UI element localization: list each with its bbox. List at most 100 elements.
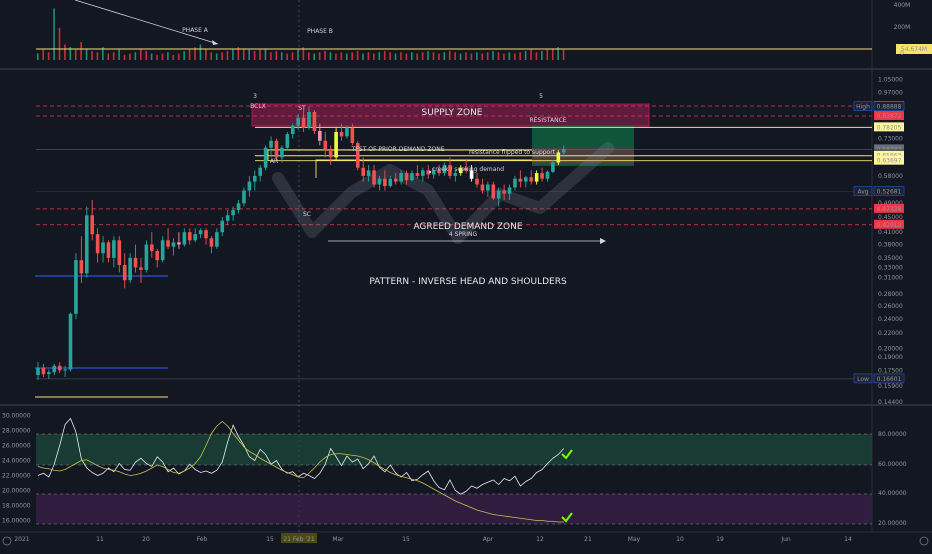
candle-body <box>453 173 458 176</box>
volume-bar <box>308 52 310 60</box>
price-axis-tick: 0.58000 <box>878 173 903 180</box>
candle-body <box>323 140 328 151</box>
candle-body <box>95 234 100 254</box>
candle-body <box>139 267 143 270</box>
candle-body <box>480 184 485 191</box>
candle-body <box>171 242 176 247</box>
oscillator-right-tick: 60.00000 <box>878 461 907 468</box>
candle-body <box>296 117 300 126</box>
candle-body <box>133 257 138 268</box>
oscillator-left-tick: 22.00000 <box>2 473 31 480</box>
candle-body <box>307 111 311 128</box>
candle-body <box>513 178 517 188</box>
candle-body <box>215 232 219 247</box>
price-axis-tick: 0.33000 <box>878 264 903 271</box>
volume-bar <box>524 50 527 60</box>
oscillator-left-tick: 16.00000 <box>2 518 31 525</box>
time-axis-label: 12 <box>536 536 544 543</box>
resistance-flipped-label: resistance flipped to support <box>469 149 556 156</box>
volume-bar <box>123 54 126 60</box>
volume-bar <box>145 50 147 60</box>
volume-bar <box>513 53 516 60</box>
price-axis-tick: 0.38000 <box>878 242 903 249</box>
chart-canvas[interactable]: 2021 11 20 Feb 15 21 Feb '21 Mar 15 Apr 12 21 May 10… <box>0 0 932 550</box>
volume-bar <box>188 49 191 60</box>
volume-bar <box>492 50 494 60</box>
volume-bar <box>215 53 218 60</box>
volume-bar <box>112 52 115 60</box>
candle-body <box>41 367 46 375</box>
candle-body <box>177 242 181 245</box>
volume-bar <box>378 52 381 60</box>
price-label-prefix: High <box>856 104 870 111</box>
candle-body <box>350 127 355 144</box>
time-axis-label: Feb <box>197 536 208 543</box>
candle-body <box>155 251 160 261</box>
spring-label: 4 SPRING <box>449 231 478 238</box>
candle-body <box>486 184 490 191</box>
price-axis-tick: 0.31000 <box>878 275 903 282</box>
price-label: 0.78205 <box>877 124 902 131</box>
candle-body <box>52 365 57 373</box>
volume-bar <box>503 53 505 60</box>
st-label: ST <box>298 105 306 112</box>
time-axis-label: Mar <box>332 536 344 543</box>
creek-label: creek / seeking demand <box>432 166 504 173</box>
time-axis-label: Jun <box>780 536 791 543</box>
volume-bar <box>275 50 278 60</box>
volume-bar <box>226 50 229 60</box>
trading-chart[interactable]: 2021 11 20 Feb 15 21 Feb '21 Mar 15 Apr 12 21 May 10… <box>0 0 932 550</box>
volume-bar <box>232 49 234 60</box>
price-axis-tick: 0.17500 <box>878 367 903 374</box>
oscillator-right-tick: 40.00000 <box>878 490 907 497</box>
volume-bar <box>96 52 99 60</box>
candle-body <box>193 234 197 241</box>
candle-body <box>74 260 78 314</box>
volume-bar <box>470 53 473 60</box>
candle-body <box>144 244 149 270</box>
volume-bar <box>107 53 110 60</box>
volume-bar <box>264 48 267 60</box>
volume-axis-tick: 0 <box>900 50 904 57</box>
volume-bar <box>541 50 543 60</box>
candle-body <box>475 178 479 185</box>
volume-bar <box>497 52 500 60</box>
volume-bar <box>291 52 294 60</box>
time-axis-label: 21 <box>584 536 592 543</box>
candle-body <box>540 173 544 179</box>
volume-bar <box>53 8 55 61</box>
volume-bar <box>351 52 353 60</box>
candle-body <box>393 178 398 182</box>
oscillator-right-tick: 80.00000 <box>878 431 907 438</box>
wave-3-label: 3 <box>253 93 257 100</box>
volume-bar <box>259 49 261 60</box>
volume-bar <box>58 27 61 60</box>
volume-bar <box>448 50 451 60</box>
candle-body <box>415 173 420 176</box>
phase-b-label: PHASE B <box>307 28 333 35</box>
volume-bar <box>91 50 93 60</box>
volume-bar <box>199 44 202 60</box>
volume-bar <box>167 52 169 60</box>
oscillator-left-tick: 30.00000 <box>2 413 31 420</box>
candle-body <box>236 203 241 211</box>
volume-bar <box>481 53 484 60</box>
oscillator-left-tick: 18.00000 <box>2 503 31 510</box>
price-axis-tick: 0.97000 <box>878 89 903 96</box>
candle-body <box>372 170 376 185</box>
volume-level-label: 54.674M <box>901 46 927 53</box>
volume-bar <box>42 49 45 60</box>
volume-bar <box>177 53 180 60</box>
candle-body <box>301 117 306 128</box>
price-label-prefix: Low <box>857 376 869 383</box>
volume-bar <box>129 53 131 60</box>
volume-bar <box>324 50 326 60</box>
candle-body <box>220 220 225 233</box>
price-axis-tick: 0.20000 <box>878 346 903 353</box>
price-label: 0.88888 <box>877 104 902 111</box>
volume-bar <box>432 52 435 60</box>
price-label: 0.47328 <box>877 206 902 213</box>
volume-bar <box>134 52 137 60</box>
candle-body <box>274 140 279 158</box>
price-axis-tick: 0.73000 <box>878 136 903 143</box>
